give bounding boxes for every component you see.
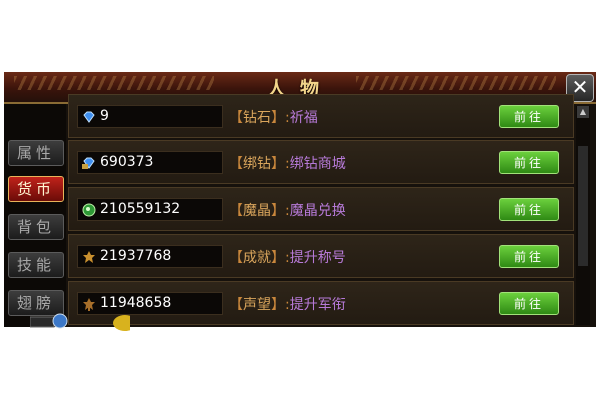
close-icon: ✕ (571, 75, 589, 99)
bound-diamond-icon (82, 156, 96, 170)
value-box: 690373 (77, 151, 223, 174)
achievement-icon (82, 250, 96, 264)
currency-list: 9 【钻石】:祈福 前往 690373 【绑钻】:绑钻商城 前往 2105591… (68, 94, 574, 327)
go-button[interactable]: 前往 (499, 151, 559, 174)
value-box: 210559132 (77, 198, 223, 221)
currency-link[interactable]: 提升称号 (290, 250, 346, 266)
currency-link[interactable]: 绑钻商城 (290, 156, 346, 172)
diamond-icon (82, 110, 96, 124)
go-button[interactable]: 前往 (499, 105, 559, 128)
value-box: 9 (77, 105, 223, 128)
go-button[interactable]: 前往 (499, 245, 559, 268)
currency-name: 钻石 (243, 110, 271, 126)
tab-backpack[interactable]: 背包 (8, 214, 64, 240)
currency-link[interactable]: 提升军衔 (290, 297, 346, 313)
currency-row-achievement: 21937768 【成就】:提升称号 前往 (68, 234, 574, 278)
currency-name: 绑钻 (243, 156, 271, 172)
go-button[interactable]: 前往 (499, 292, 559, 315)
currency-value: 21937768 (100, 248, 172, 264)
currency-row-bound-diamond: 690373 【绑钻】:绑钻商城 前往 (68, 140, 574, 184)
currency-name: 成就 (243, 250, 271, 266)
go-button[interactable]: 前往 (499, 198, 559, 221)
currency-link[interactable]: 祈福 (290, 110, 318, 126)
tab-attributes[interactable]: 属性 (8, 140, 64, 166)
currency-value: 690373 (100, 154, 154, 170)
prestige-icon (82, 297, 96, 311)
currency-value: 9 (100, 108, 109, 124)
currency-name: 声望 (243, 297, 271, 313)
currency-row-prestige: 11948658 【声望】:提升军衔 前往 (68, 281, 574, 325)
currency-row-magic-crystal: 210559132 【魔晶】:魔晶兑换 前往 (68, 187, 574, 231)
currency-name: 魔晶 (243, 203, 271, 219)
magic-crystal-icon (82, 203, 96, 217)
currency-value: 11948658 (100, 295, 172, 311)
value-box: 21937768 (77, 245, 223, 268)
currency-row-diamond: 9 【钻石】:祈福 前往 (68, 94, 574, 138)
scroll-thumb[interactable] (578, 146, 588, 266)
value-box: 11948658 (77, 292, 223, 315)
tab-currency[interactable]: 货币 (8, 176, 64, 202)
sidebar-tabs: 属性 货币 背包 技能 翅膀 (4, 104, 66, 327)
currency-link[interactable]: 魔晶兑换 (290, 203, 346, 219)
currency-value: 210559132 (100, 201, 181, 217)
character-panel: 人物 ✕ 属性 货币 背包 技能 翅膀 9 【钻石】:祈福 前往 690373 … (4, 72, 596, 327)
tab-skills[interactable]: 技能 (8, 252, 64, 278)
scroll-up-icon[interactable]: ▲ (577, 106, 589, 118)
bottom-ornament-icon (30, 313, 130, 331)
scrollbar[interactable]: ▲ (576, 106, 590, 325)
